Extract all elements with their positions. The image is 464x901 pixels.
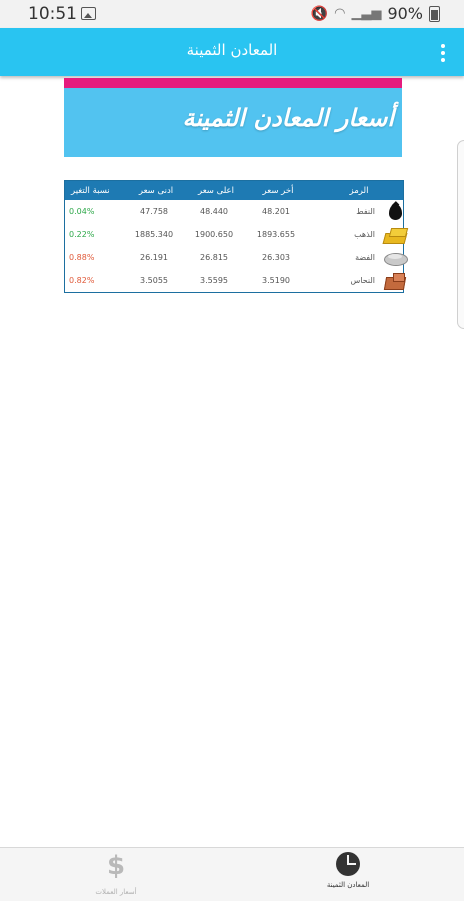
wifi-icon: ◠ xyxy=(334,6,346,21)
nav-precious-metals[interactable]: المعادن الثمينة xyxy=(232,848,464,901)
symbol-cell: النفط xyxy=(307,202,413,222)
copper-icon xyxy=(383,271,407,291)
pie-chart-icon xyxy=(336,852,360,876)
table-row-silver[interactable]: 0.88% 26.191 26.815 26.303 الفضة xyxy=(65,246,408,269)
header-low: ادنى سعر xyxy=(138,185,174,196)
app-title: المعادن الثمينة xyxy=(186,41,278,59)
low-value: 26.191 xyxy=(140,253,168,262)
high-value: 3.5595 xyxy=(200,276,228,285)
status-bar: 10:51 🔇 ◠ ▁▃▅ 90% xyxy=(0,0,464,28)
banner-stripe xyxy=(64,78,402,88)
status-time: 10:51 xyxy=(28,4,77,24)
nav-currencies[interactable]: $ أسعار العملات xyxy=(0,848,232,901)
change-value: 0.82% xyxy=(69,276,95,285)
battery-percent: 90% xyxy=(387,4,423,23)
low-value: 1885.340 xyxy=(134,230,174,239)
signal-icon: ▁▃▅ xyxy=(351,6,382,21)
menu-dot-icon xyxy=(441,58,445,62)
header-symbol: الرمز xyxy=(349,185,369,196)
silver-disc-icon xyxy=(383,248,408,268)
header-last: أخر سعر xyxy=(262,185,294,196)
table-row-oil[interactable]: 0.04% 47.758 48.440 48.201 النفط xyxy=(65,200,403,223)
table-row-copper[interactable]: 0.82% 3.5055 3.5595 3.5190 النحاس xyxy=(65,269,405,292)
symbol-cell: النحاس xyxy=(307,271,413,291)
symbol-label: الذهب xyxy=(354,230,375,239)
menu-dot-icon xyxy=(441,51,445,55)
battery-icon xyxy=(429,5,440,22)
high-value: 26.815 xyxy=(200,253,228,262)
last-value: 3.5190 xyxy=(262,276,290,285)
last-value: 1893.655 xyxy=(256,230,296,239)
banner-body: أسعار المعادن الثمينة xyxy=(64,88,402,157)
overflow-menu-button[interactable] xyxy=(440,44,446,62)
table-row-gold[interactable]: 0.22% 1885.340 1900.650 1893.655 الذهب xyxy=(65,223,403,246)
change-value: 0.88% xyxy=(69,253,95,262)
bottom-navigation: $ أسعار العملات المعادن الثمينة xyxy=(0,847,464,901)
gold-bars-icon xyxy=(383,225,407,245)
high-value: 48.440 xyxy=(200,207,228,216)
oil-drop-icon xyxy=(383,202,407,222)
gallery-notification-icon xyxy=(81,7,96,20)
banner-title: أسعار المعادن الثمينة xyxy=(182,104,394,132)
change-value: 0.22% xyxy=(69,230,95,239)
metals-price-table: نسبة التغير ادنى سعر اعلى سعر أخر سعر ال… xyxy=(64,180,408,293)
high-value: 1900.650 xyxy=(194,230,234,239)
status-indicators: 🔇 ◠ ▁▃▅ 90% xyxy=(311,4,440,23)
metals-banner: أسعار المعادن الثمينة xyxy=(64,78,402,157)
table-header: نسبة التغير ادنى سعر اعلى سعر أخر سعر ال… xyxy=(65,181,403,200)
symbol-cell: الفضة xyxy=(307,248,413,268)
app-bar: المعادن الثمينة xyxy=(0,28,464,76)
last-value: 48.201 xyxy=(262,207,290,216)
symbol-label: الفضة xyxy=(355,253,375,262)
dollar-icon: $ xyxy=(106,851,126,881)
mute-icon: 🔇 xyxy=(310,5,329,22)
nav-metals-label: المعادن الثمينة xyxy=(326,881,370,889)
menu-dot-icon xyxy=(441,44,445,48)
nav-currencies-label: أسعار العملات xyxy=(95,888,137,896)
last-value: 26.303 xyxy=(262,253,290,262)
edge-panel-handle[interactable] xyxy=(457,140,464,329)
header-high: اعلى سعر xyxy=(198,185,234,196)
symbol-cell: الذهب xyxy=(307,225,413,245)
low-value: 3.5055 xyxy=(140,276,168,285)
symbol-label: النحاس xyxy=(350,276,375,285)
low-value: 47.758 xyxy=(140,207,168,216)
change-value: 0.04% xyxy=(69,207,95,216)
symbol-label: النفط xyxy=(356,207,375,216)
header-change: نسبة التغير xyxy=(71,185,110,196)
